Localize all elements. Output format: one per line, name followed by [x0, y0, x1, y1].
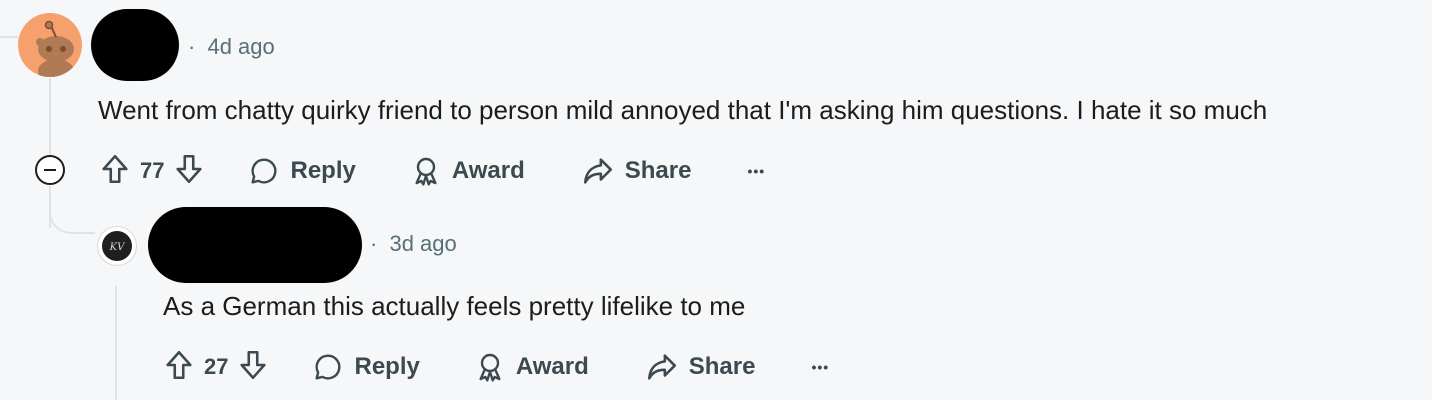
award-button[interactable]: Award	[474, 351, 589, 383]
share-arrow-icon	[583, 158, 612, 184]
award-button[interactable]: Award	[410, 155, 525, 187]
thread-line-left-top	[0, 36, 18, 38]
thread-line-main[interactable]	[49, 78, 51, 156]
upvote-icon[interactable]	[98, 152, 132, 191]
avatar-text: KV	[109, 242, 126, 253]
more-icon: •••	[811, 359, 830, 375]
reply-label: Reply	[354, 353, 420, 380]
share-button[interactable]: Share	[645, 350, 756, 384]
award-icon	[479, 353, 501, 382]
award-label: Award	[515, 353, 589, 380]
redacted-username[interactable]	[148, 207, 362, 283]
comment-meta: · 3d ago	[370, 233, 457, 255]
reply-button[interactable]: Reply	[312, 351, 420, 383]
comment-body: As a German this actually feels pretty l…	[163, 291, 746, 321]
share-label: Share	[624, 157, 692, 184]
share-label: Share	[688, 353, 756, 380]
more-options-button[interactable]: •••	[811, 359, 829, 375]
meta-separator: ·	[188, 34, 196, 59]
share-button[interactable]: Share	[581, 154, 692, 188]
comment-bubble-icon	[251, 158, 277, 184]
share-arrow-icon	[647, 354, 676, 380]
timestamp[interactable]: 4d ago	[207, 34, 274, 59]
upvote-icon[interactable]	[162, 348, 196, 387]
more-icon: •••	[747, 163, 766, 179]
thread-line-reply[interactable]	[115, 286, 117, 400]
vote-count: 27	[204, 354, 229, 379]
comment-bubble-icon	[315, 354, 341, 380]
reply-avatar[interactable]: KV	[97, 226, 137, 266]
downvote-icon[interactable]	[172, 152, 206, 191]
downvote-icon[interactable]	[236, 348, 270, 387]
comment-body: Went from chatty quirky friend to person…	[98, 95, 1268, 125]
award-icon	[415, 157, 437, 186]
avatar-inner: KV	[102, 231, 132, 261]
collapse-thread-button[interactable]	[35, 155, 65, 185]
comment-meta: · 4d ago	[188, 36, 275, 58]
avatar[interactable]	[18, 13, 82, 77]
snoo-avatar-icon	[36, 20, 74, 77]
minus-icon	[44, 169, 56, 171]
reply-label: Reply	[290, 157, 356, 184]
redacted-username[interactable]	[91, 9, 179, 81]
reply-button[interactable]: Reply	[248, 155, 356, 187]
timestamp[interactable]: 3d ago	[389, 231, 456, 256]
monogram-icon: KV	[109, 242, 126, 253]
comment-actions: 27 Reply Award Share •••	[162, 347, 829, 387]
vote-count: 77	[140, 158, 165, 183]
comment-actions: 77 Reply Award Share •••	[98, 151, 765, 191]
meta-separator: ·	[370, 231, 378, 256]
more-options-button[interactable]: •••	[747, 163, 765, 179]
thread-curve	[49, 200, 95, 234]
award-label: Award	[451, 157, 525, 184]
